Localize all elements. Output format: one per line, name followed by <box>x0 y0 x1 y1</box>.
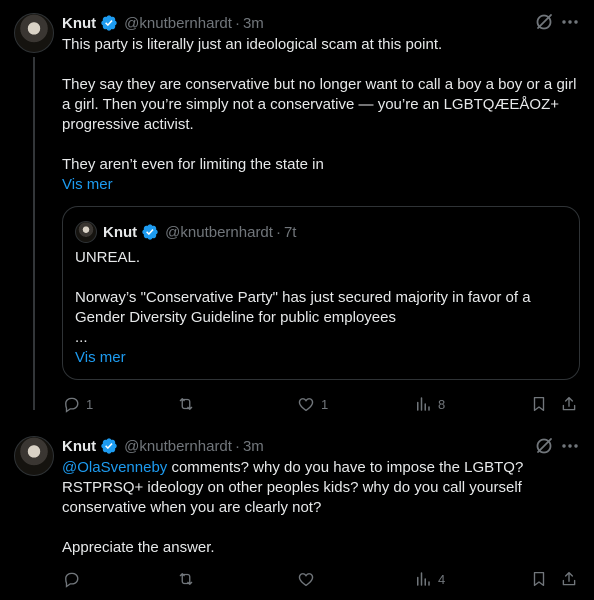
reply-count: 1 <box>86 396 94 412</box>
bookmark-icon <box>533 571 545 587</box>
separator-dot: · <box>234 437 240 455</box>
action-bar: 4 <box>62 569 582 589</box>
reply-icon <box>65 572 79 588</box>
quoted-post[interactable]: Knut @knutbernhardt · 7t UNREAL. Norway’… <box>62 206 580 380</box>
post-header: Knut @knutbernhardt · 3m <box>62 436 264 456</box>
post-2[interactable]: Knut @knutbernhardt · 3m @OlaSvenneby co… <box>0 425 594 600</box>
like-count: 1 <box>321 396 329 412</box>
thread-line <box>33 57 35 410</box>
views-icon <box>417 397 430 411</box>
repost-icon <box>179 398 193 410</box>
verified-badge-icon <box>142 224 158 240</box>
author-name[interactable]: Knut <box>62 438 96 455</box>
grok-icon[interactable] <box>534 436 554 456</box>
mention-link[interactable]: @OlaSvenneby <box>62 459 167 476</box>
verified-badge-icon <box>101 15 117 31</box>
author-name[interactable]: Knut <box>62 15 96 32</box>
bookmark-icon <box>533 396 545 412</box>
timestamp[interactable]: 3m <box>243 438 264 455</box>
quote-author-handle: @knutbernhardt <box>165 223 273 241</box>
more-icon[interactable] <box>560 12 580 32</box>
like-button[interactable]: 1 <box>297 394 328 414</box>
views-button[interactable]: 4 <box>414 569 445 589</box>
post-text: @OlaSvenneby comments? why do you have t… <box>62 458 582 558</box>
quote-show-more-link[interactable]: Vis mer <box>75 348 126 368</box>
quote-text: UNREAL. Norway’s "Conservative Party" ha… <box>75 249 531 346</box>
timestamp[interactable]: 3m <box>243 15 264 32</box>
like-icon <box>298 398 314 412</box>
repost-icon <box>179 573 193 585</box>
author-handle[interactable]: @knutbernhardt <box>124 15 232 32</box>
avatar[interactable] <box>14 436 54 476</box>
views-count: 8 <box>438 396 446 412</box>
share-icon <box>562 571 576 586</box>
show-more-link[interactable]: Vis mer <box>62 175 113 195</box>
quote-header: Knut @knutbernhardt · 7t <box>75 221 296 243</box>
quote-avatar <box>75 221 97 243</box>
avatar[interactable] <box>14 13 54 53</box>
share-icon <box>562 396 576 411</box>
post-text: This party is literally just an ideologi… <box>62 36 577 173</box>
share-button[interactable] <box>560 569 578 589</box>
views-icon <box>417 572 430 586</box>
quote-timestamp: 7t <box>283 223 297 241</box>
views-count: 4 <box>438 571 446 587</box>
separator-dot: · <box>275 223 281 241</box>
share-button[interactable] <box>560 394 578 414</box>
post-1[interactable]: Knut @knutbernhardt · 3m This party is l… <box>0 0 594 425</box>
reply-icon <box>65 397 79 413</box>
views-button[interactable]: 8 <box>414 394 445 414</box>
repost-button[interactable] <box>177 394 195 414</box>
bookmark-button[interactable] <box>530 569 548 589</box>
separator-dot: · <box>234 14 240 32</box>
quote-author-name: Knut <box>103 223 138 241</box>
post-header: Knut @knutbernhardt · 3m <box>62 13 264 33</box>
reply-button[interactable]: 1 <box>62 394 93 414</box>
reply-button[interactable] <box>62 569 80 589</box>
verified-badge-icon <box>101 438 117 454</box>
author-handle[interactable]: @knutbernhardt <box>124 438 232 455</box>
like-icon <box>298 573 314 587</box>
grok-icon[interactable] <box>534 12 554 32</box>
action-bar: 1 1 8 <box>62 394 582 414</box>
like-button[interactable] <box>297 569 315 589</box>
repost-button[interactable] <box>177 569 195 589</box>
more-icon[interactable] <box>560 436 580 456</box>
bookmark-button[interactable] <box>530 394 548 414</box>
